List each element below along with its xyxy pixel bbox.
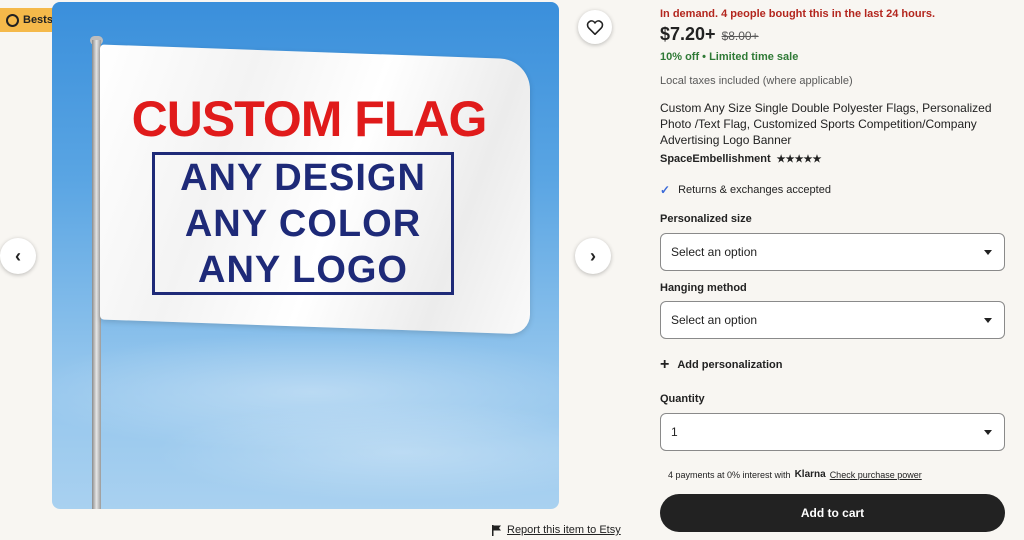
chevron-right-icon: ›	[590, 245, 596, 266]
flag-text-box: ANY DESIGN ANY COLOR ANY LOGO	[152, 152, 454, 295]
klarna-text: 4 payments at 0% interest with	[668, 469, 791, 480]
report-label: Report this item to Etsy	[507, 524, 621, 536]
caret-down-icon	[984, 249, 992, 255]
flag-line: ANY COLOR	[184, 202, 422, 245]
quantity-select-value: 1	[671, 425, 678, 439]
next-image-button[interactable]: ›	[575, 238, 611, 274]
quantity-select[interactable]: 1	[660, 413, 1005, 451]
flag-line: ANY LOGO	[198, 248, 408, 291]
price: $7.20+	[660, 24, 716, 44]
original-price: $8.00+	[721, 29, 759, 43]
klarna-logo: Klarna	[794, 469, 826, 480]
heart-icon	[586, 20, 604, 35]
klarna-row: 4 payments at 0% interest with Klarna Ch…	[668, 469, 922, 480]
sale-label: 10% off • Limited time sale	[660, 51, 799, 63]
flag-icon	[492, 524, 501, 536]
returns-row: ✓ Returns & exchanges accepted	[660, 183, 831, 197]
price-row: $7.20+ $8.00+	[660, 24, 759, 45]
size-label: Personalized size	[660, 213, 752, 225]
check-purchase-power-link[interactable]: Check purchase power	[830, 470, 922, 480]
caret-down-icon	[984, 317, 992, 323]
hanging-label: Hanging method	[660, 282, 747, 294]
checkmark-icon: ✓	[660, 183, 671, 197]
plus-icon: +	[660, 356, 670, 373]
returns-label: Returns & exchanges accepted	[678, 184, 831, 196]
size-select[interactable]: Select an option	[660, 233, 1005, 271]
size-select-value: Select an option	[671, 245, 758, 259]
hanging-select-value: Select an option	[671, 313, 758, 327]
listing-title: Custom Any Size Single Double Polyester …	[660, 101, 992, 147]
shop-row: SpaceEmbellishment ★★★★★	[660, 153, 821, 165]
report-item-link[interactable]: Report this item to Etsy	[492, 524, 621, 536]
product-image[interactable]: CUSTOM FLAG ANY DESIGN ANY COLOR ANY LOG…	[52, 2, 559, 509]
cloud-decoration	[152, 402, 559, 502]
award-icon	[6, 13, 19, 27]
add-personalization-button[interactable]: + Add personalization	[660, 356, 783, 373]
flag-title-text: CUSTOM FLAG	[131, 91, 488, 147]
demand-notice: In demand. 4 people bought this in the l…	[660, 8, 936, 20]
chevron-left-icon: ‹	[15, 245, 21, 266]
hanging-select[interactable]: Select an option	[660, 301, 1005, 339]
flag-line: ANY DESIGN	[180, 156, 426, 199]
caret-down-icon	[984, 429, 992, 435]
rating-stars-icon: ★★★★★	[776, 153, 822, 165]
taxes-note: Local taxes included (where applicable)	[660, 75, 853, 87]
quantity-label: Quantity	[660, 393, 705, 405]
add-personalization-label: Add personalization	[677, 359, 783, 371]
favorite-button[interactable]	[578, 10, 612, 44]
add-to-cart-button[interactable]: Add to cart	[660, 494, 1005, 532]
previous-image-button[interactable]: ‹	[0, 238, 36, 274]
add-to-cart-label: Add to cart	[800, 506, 865, 520]
shop-name-link[interactable]: SpaceEmbellishment	[660, 153, 771, 165]
